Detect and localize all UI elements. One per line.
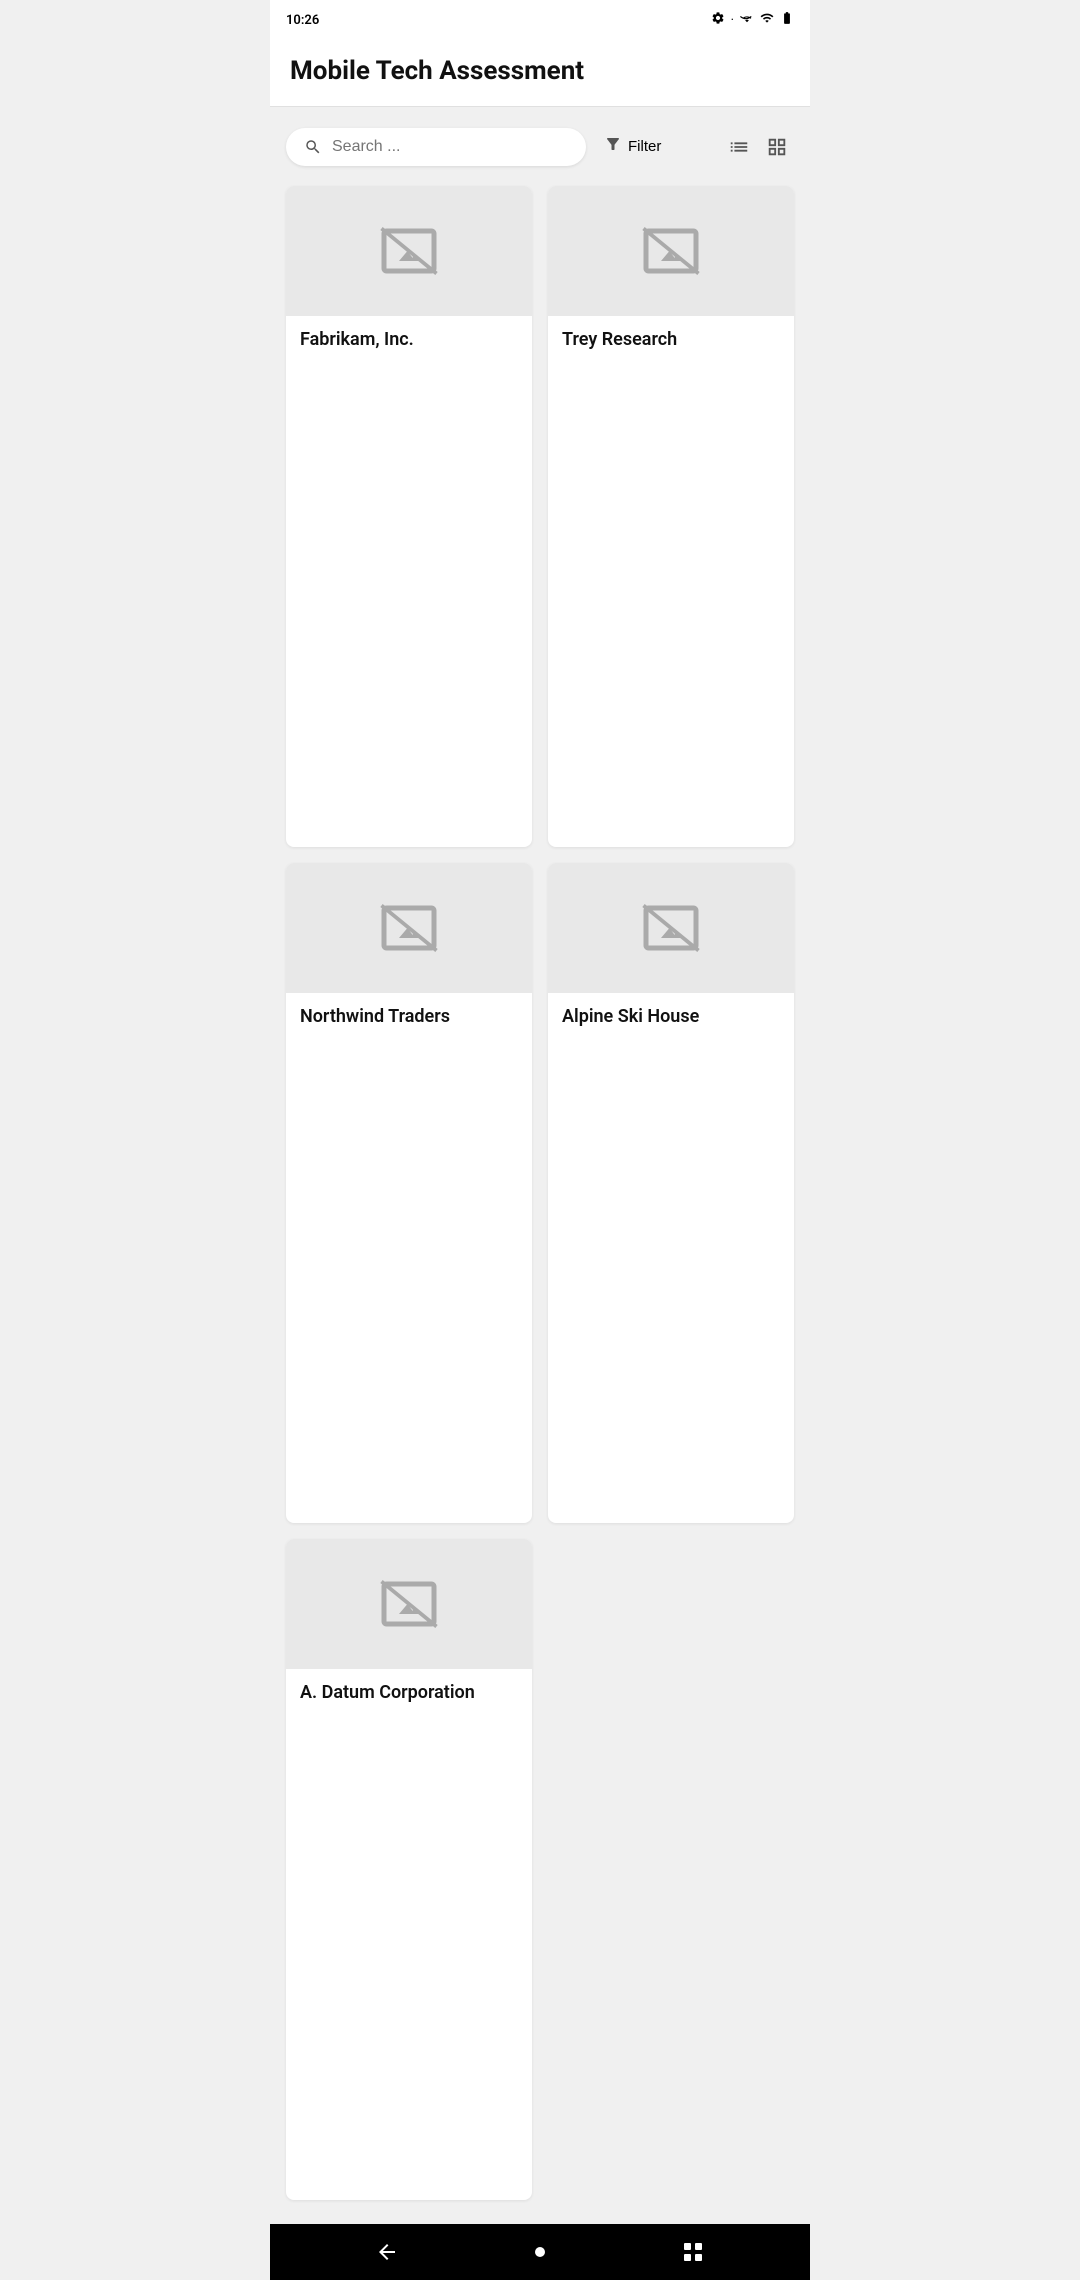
card-image-trey-research — [548, 186, 794, 316]
search-icon — [304, 138, 322, 156]
page-header: Mobile Tech Assessment — [270, 40, 810, 107]
broken-image-icon — [286, 1539, 532, 1669]
battery-icon — [780, 11, 794, 29]
card-fabrikam[interactable]: Fabrikam, Inc. — [286, 186, 532, 847]
card-northwind-traders[interactable]: Northwind Traders — [286, 863, 532, 1524]
card-label-trey-research: Trey Research — [548, 316, 794, 367]
card-image-alpine-ski-house — [548, 863, 794, 993]
back-button[interactable] — [359, 2232, 415, 2272]
toolbar: Filter — [270, 107, 810, 178]
card-image-a-datum-corporation — [286, 1539, 532, 1669]
search-container[interactable] — [286, 128, 586, 166]
status-icons: · — [711, 11, 794, 29]
card-image-fabrikam — [286, 186, 532, 316]
card-label-fabrikam: Fabrikam, Inc. — [286, 316, 532, 367]
filter-button[interactable]: Filter — [598, 127, 667, 166]
card-label-alpine-ski-house: Alpine Ski House — [548, 993, 794, 1044]
wifi-icon — [740, 11, 754, 29]
broken-image-icon — [286, 186, 532, 316]
filter-label: Filter — [628, 138, 661, 155]
card-image-northwind-traders — [286, 863, 532, 993]
broken-image-icon — [286, 863, 532, 993]
page-title: Mobile Tech Assessment — [290, 56, 790, 86]
list-view-button[interactable] — [722, 132, 756, 162]
home-button[interactable] — [512, 2232, 568, 2272]
card-alpine-ski-house[interactable]: Alpine Ski House — [548, 863, 794, 1524]
filter-icon — [604, 135, 622, 158]
signal-icon — [760, 11, 774, 29]
bottom-navigation — [270, 2224, 810, 2280]
card-trey-research[interactable]: Trey Research — [548, 186, 794, 847]
broken-image-icon — [548, 186, 794, 316]
status-bar: 10:26 · — [270, 0, 810, 40]
settings-icon — [711, 11, 725, 29]
view-toggle — [722, 132, 794, 162]
card-a-datum-corporation[interactable]: A. Datum Corporation — [286, 1539, 532, 2200]
broken-image-icon — [548, 863, 794, 993]
card-label-a-datum-corporation: A. Datum Corporation — [286, 1669, 532, 1720]
dot-icon: · — [731, 13, 734, 28]
search-input[interactable] — [332, 138, 568, 156]
card-label-northwind-traders: Northwind Traders — [286, 993, 532, 1044]
cards-grid: Fabrikam, Inc. Trey Research — [270, 178, 810, 2224]
grid-view-button[interactable] — [760, 132, 794, 162]
recent-button[interactable] — [665, 2232, 721, 2272]
status-time: 10:26 — [286, 13, 319, 28]
